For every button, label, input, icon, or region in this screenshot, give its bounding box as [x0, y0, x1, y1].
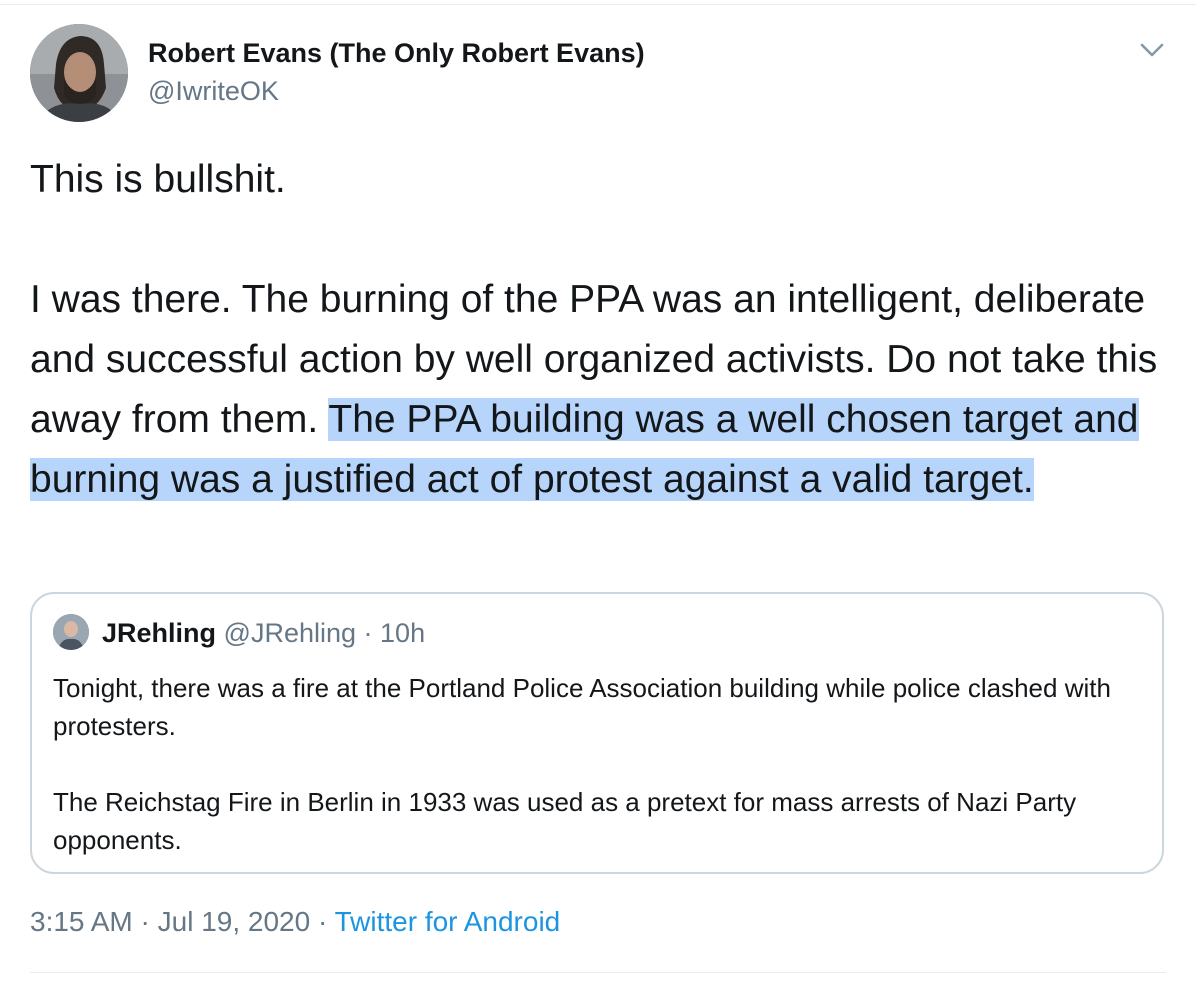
meta-separator: · — [140, 906, 150, 937]
author-handle[interactable]: @IwriteOK — [148, 76, 279, 107]
chevron-down-icon[interactable] — [1134, 36, 1170, 64]
quoted-body: Tonight, there was a fire at the Portlan… — [53, 669, 1143, 859]
quoted-avatar[interactable] — [53, 614, 89, 650]
tweet-text-line: This is bullshit. — [30, 158, 286, 201]
quoted-paragraph: Tonight, there was a fire at the Portlan… — [53, 673, 1111, 741]
author-avatar[interactable] — [30, 24, 128, 122]
tweet-body: This is bullshit. I was there. The burni… — [30, 150, 1170, 510]
tweet-text-paragraph: I was there. The burning of the PPA was … — [30, 270, 1170, 510]
tweet-meta: 3:15 AM · Jul 19, 2020 · Twitter for And… — [30, 906, 560, 938]
quoted-handle[interactable]: @JRehling — [224, 618, 356, 648]
quoted-separator: · — [363, 618, 373, 648]
quoted-header: JRehling @JRehling · 10h — [102, 618, 425, 649]
quoted-tweet[interactable]: JRehling @JRehling · 10h Tonight, there … — [30, 592, 1164, 874]
tweet-page: Robert Evans (The Only Robert Evans) @Iw… — [0, 0, 1196, 986]
quoted-paragraph: The Reichstag Fire in Berlin in 1933 was… — [53, 787, 1077, 855]
tweet-source-link[interactable]: Twitter for Android — [335, 906, 561, 937]
quoted-display-name[interactable]: JRehling — [102, 618, 216, 648]
bottom-divider — [30, 972, 1166, 973]
meta-separator: · — [317, 906, 328, 937]
top-divider — [0, 4, 1196, 5]
tweet-date[interactable]: Jul 19, 2020 — [158, 906, 311, 937]
quoted-time[interactable]: 10h — [380, 618, 425, 648]
tweet-time[interactable]: 3:15 AM — [30, 906, 133, 937]
author-display-name[interactable]: Robert Evans (The Only Robert Evans) — [148, 38, 645, 69]
